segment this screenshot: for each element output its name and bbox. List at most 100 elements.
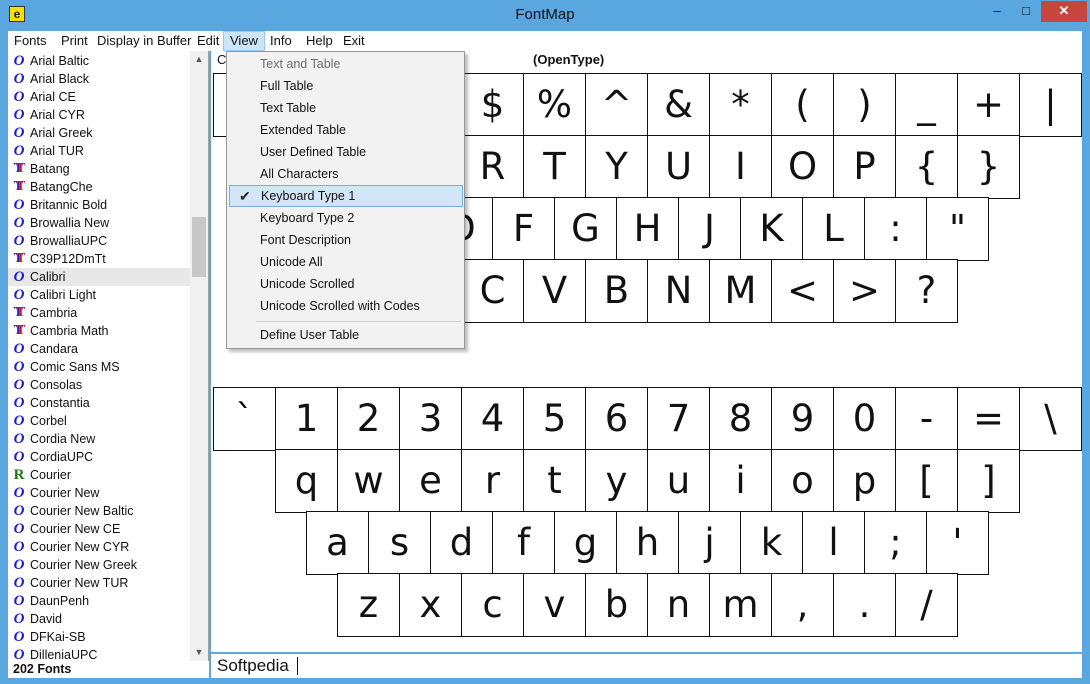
font-list-item[interactable]: O DFKai-SB: [8, 628, 192, 646]
character-key[interactable]: d: [430, 511, 493, 575]
character-key[interactable]: *: [709, 73, 772, 137]
character-key[interactable]: [: [895, 449, 958, 513]
character-key[interactable]: ;: [864, 511, 927, 575]
character-key[interactable]: v: [523, 573, 586, 637]
font-list-item[interactable]: TT C39P12DmTt: [8, 250, 192, 268]
font-list-item[interactable]: TT Cambria: [8, 304, 192, 322]
character-key[interactable]: o: [771, 449, 834, 513]
character-key[interactable]: e: [399, 449, 462, 513]
character-key[interactable]: .: [833, 573, 896, 637]
view-menu-item[interactable]: Extended Table: [229, 119, 463, 141]
font-list-item[interactable]: O Calibri Light: [8, 286, 192, 304]
font-list-item[interactable]: O Arial Black: [8, 70, 192, 88]
character-key[interactable]: :: [864, 197, 927, 261]
character-key[interactable]: q: [275, 449, 338, 513]
character-key[interactable]: ^: [585, 73, 648, 137]
character-key[interactable]: =: [957, 387, 1020, 451]
character-key[interactable]: 8: [709, 387, 772, 451]
character-key[interactable]: Y: [585, 135, 648, 199]
character-key[interactable]: m: [709, 573, 772, 637]
character-key[interactable]: U: [647, 135, 710, 199]
font-list-item[interactable]: R Courier: [8, 466, 192, 484]
close-button[interactable]: ✕: [1041, 1, 1087, 22]
character-key[interactable]: L: [802, 197, 865, 261]
character-key[interactable]: l: [802, 511, 865, 575]
character-key[interactable]: N: [647, 259, 710, 323]
character-key[interactable]: t: [523, 449, 586, 513]
character-key[interactable]: j: [678, 511, 741, 575]
view-menu-item[interactable]: Keyboard Type 2: [229, 207, 463, 229]
character-key[interactable]: $: [461, 73, 524, 137]
character-key[interactable]: s: [368, 511, 431, 575]
font-list-item[interactable]: O Corbel: [8, 412, 192, 430]
character-key[interactable]: I: [709, 135, 772, 199]
font-list-scrollbar[interactable]: ▲ ▼: [190, 51, 208, 661]
character-key[interactable]: -: [895, 387, 958, 451]
font-list-item[interactable]: O Browallia New: [8, 214, 192, 232]
character-key[interactable]: 9: [771, 387, 834, 451]
font-list-item[interactable]: O Courier New TUR: [8, 574, 192, 592]
character-key[interactable]: 1: [275, 387, 338, 451]
character-key[interactable]: 4: [461, 387, 524, 451]
menu-edit[interactable]: Edit: [191, 31, 225, 51]
character-key[interactable]: \: [1019, 387, 1082, 451]
scroll-thumb[interactable]: [192, 217, 206, 277]
view-menu-item[interactable]: Font Description: [229, 229, 463, 251]
view-menu-item[interactable]: Text and Table: [229, 53, 463, 75]
character-key[interactable]: ?: [895, 259, 958, 323]
character-key[interactable]: x: [399, 573, 462, 637]
font-list-item[interactable]: O CordiaUPC: [8, 448, 192, 466]
font-list-item[interactable]: O Calibri: [8, 268, 192, 286]
scroll-up-arrow-icon[interactable]: ▲: [190, 51, 208, 68]
character-key[interactable]: h: [616, 511, 679, 575]
menu-help[interactable]: Help: [300, 31, 339, 51]
character-key[interactable]: P: [833, 135, 896, 199]
font-list-item[interactable]: O Courier New Greek: [8, 556, 192, 574]
character-key[interactable]: V: [523, 259, 586, 323]
view-menu-item[interactable]: User Defined Table: [229, 141, 463, 163]
character-key[interactable]: 7: [647, 387, 710, 451]
text-input[interactable]: Softpedia: [217, 655, 289, 677]
character-key[interactable]: ): [833, 73, 896, 137]
font-list-item[interactable]: O Arial Baltic: [8, 52, 192, 70]
character-key[interactable]: (: [771, 73, 834, 137]
menu-print[interactable]: Print: [55, 31, 94, 51]
font-list-item[interactable]: O Courier New CYR: [8, 538, 192, 556]
character-key[interactable]: B: [585, 259, 648, 323]
font-list-item[interactable]: O DilleniaUPC: [8, 646, 192, 661]
font-list-item[interactable]: O Candara: [8, 340, 192, 358]
character-key[interactable]: K: [740, 197, 803, 261]
character-key[interactable]: H: [616, 197, 679, 261]
menu-exit[interactable]: Exit: [337, 31, 371, 51]
character-key[interactable]: >: [833, 259, 896, 323]
character-key[interactable]: b: [585, 573, 648, 637]
menu-display-in-buffer[interactable]: Display in Buffer: [91, 31, 197, 51]
view-menu-item[interactable]: Define User Table: [229, 324, 463, 346]
font-list-item[interactable]: O Courier New CE: [8, 520, 192, 538]
font-list-item[interactable]: O Courier New Baltic: [8, 502, 192, 520]
font-list-item[interactable]: O David: [8, 610, 192, 628]
character-key[interactable]: ": [926, 197, 989, 261]
view-menu-item[interactable]: Text Table: [229, 97, 463, 119]
character-key[interactable]: &: [647, 73, 710, 137]
minimize-button[interactable]: –: [983, 1, 1011, 22]
character-key[interactable]: G: [554, 197, 617, 261]
character-key[interactable]: 5: [523, 387, 586, 451]
character-key[interactable]: }: [957, 135, 1020, 199]
character-key[interactable]: 6: [585, 387, 648, 451]
menu-info[interactable]: Info: [264, 31, 298, 51]
character-key[interactable]: {: [895, 135, 958, 199]
character-key[interactable]: c: [461, 573, 524, 637]
view-menu-item[interactable]: Full Table: [229, 75, 463, 97]
font-list-item[interactable]: TT BatangChe: [8, 178, 192, 196]
character-key[interactable]: T: [523, 135, 586, 199]
character-key[interactable]: k: [740, 511, 803, 575]
character-key[interactable]: p: [833, 449, 896, 513]
font-list-item[interactable]: O Arial Greek: [8, 124, 192, 142]
character-key[interactable]: /: [895, 573, 958, 637]
character-key[interactable]: u: [647, 449, 710, 513]
character-key[interactable]: C: [461, 259, 524, 323]
character-key[interactable]: M: [709, 259, 772, 323]
font-list-item[interactable]: O Cordia New: [8, 430, 192, 448]
character-key[interactable]: 2: [337, 387, 400, 451]
